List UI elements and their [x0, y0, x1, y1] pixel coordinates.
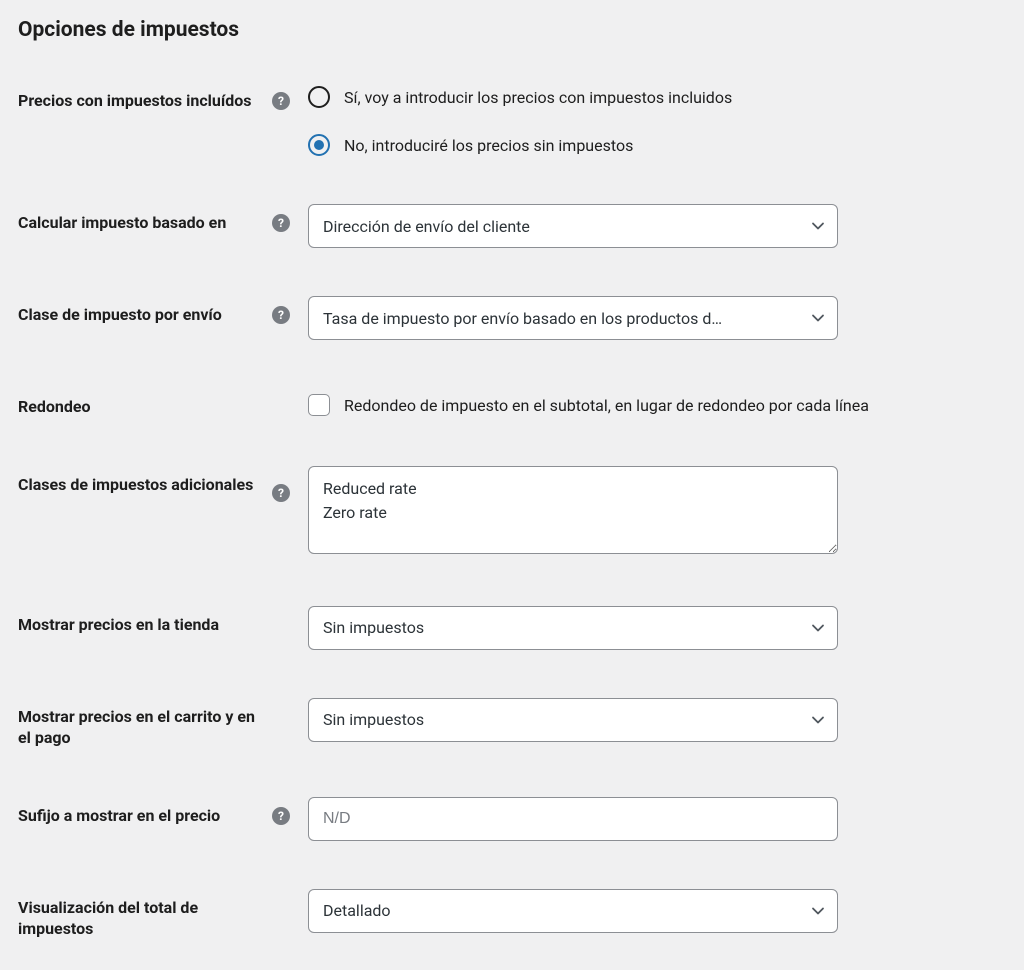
- input-price-suffix[interactable]: [308, 797, 838, 841]
- select-cart-display[interactable]: Sin impuestos: [308, 698, 838, 742]
- label-cart-display: Mostrar precios en el carrito y en el pa…: [18, 706, 262, 749]
- help-icon[interactable]: ?: [272, 92, 290, 110]
- checkbox-label-rounding: Redondeo de impuesto en el subtotal, en …: [344, 396, 869, 415]
- radio-option-no[interactable]: No, introduciré los precios sin impuesto…: [308, 134, 1006, 156]
- checkbox-rounding[interactable]: [308, 394, 330, 416]
- label-shop-display: Mostrar precios en la tienda: [18, 614, 262, 636]
- row-calculate-based-on: Calcular impuesto basado en ? Dirección …: [18, 204, 1006, 248]
- radio-group-prices-with-tax: Sí, voy a introducir los precios con imp…: [308, 82, 1006, 156]
- radio-label-no: No, introduciré los precios sin impuesto…: [344, 136, 633, 155]
- select-shipping-tax-class[interactable]: Tasa de impuesto por envío basado en los…: [308, 296, 838, 340]
- help-icon[interactable]: ?: [272, 807, 290, 825]
- radio-circle-no: [308, 134, 330, 156]
- label-calculate-based-on: Calcular impuesto basado en: [18, 212, 262, 234]
- row-additional-tax-classes: Clases de impuestos adicionales ?: [18, 466, 1006, 558]
- radio-label-yes: Sí, voy a introducir los precios con imp…: [344, 88, 732, 107]
- row-shipping-tax-class: Clase de impuesto por envío ? Tasa de im…: [18, 296, 1006, 340]
- label-additional-tax-classes: Clases de impuestos adicionales: [18, 474, 262, 496]
- select-shop-display[interactable]: Sin impuestos: [308, 606, 838, 650]
- row-tax-total-display: Visualización del total de impuestos Det…: [18, 889, 1006, 940]
- row-shop-display: Mostrar precios en la tienda Sin impuest…: [18, 606, 1006, 650]
- label-rounding: Redondeo: [18, 396, 262, 418]
- label-price-suffix: Sufijo a mostrar en el precio: [18, 805, 262, 827]
- radio-option-yes[interactable]: Sí, voy a introducir los precios con imp…: [308, 86, 1006, 108]
- section-heading: Opciones de impuestos: [18, 18, 1006, 42]
- select-tax-total-display[interactable]: Detallado: [308, 889, 838, 933]
- row-price-suffix: Sufijo a mostrar en el precio ?: [18, 797, 1006, 841]
- help-icon[interactable]: ?: [272, 214, 290, 232]
- row-prices-with-tax: Precios con impuestos incluídos ? Sí, vo…: [18, 82, 1006, 156]
- textarea-additional-tax-classes[interactable]: [308, 466, 838, 554]
- label-prices-with-tax: Precios con impuestos incluídos: [18, 90, 262, 112]
- label-tax-total-display: Visualización del total de impuestos: [18, 897, 262, 940]
- help-icon[interactable]: ?: [272, 306, 290, 324]
- select-calculate-based-on[interactable]: Dirección de envío del cliente: [308, 204, 838, 248]
- radio-circle-yes: [308, 86, 330, 108]
- row-cart-display: Mostrar precios en el carrito y en el pa…: [18, 698, 1006, 749]
- help-icon[interactable]: ?: [272, 484, 290, 502]
- row-rounding: Redondeo Redondeo de impuesto en el subt…: [18, 388, 1006, 418]
- label-shipping-tax-class: Clase de impuesto por envío: [18, 304, 262, 326]
